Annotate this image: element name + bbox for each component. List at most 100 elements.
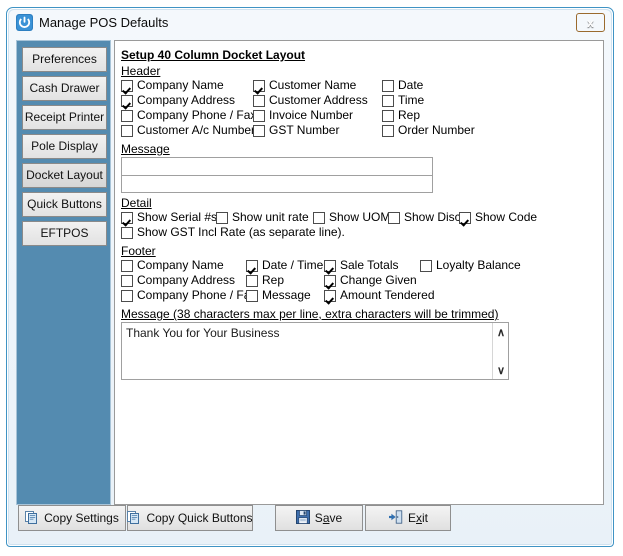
checkbox-rep-footer[interactable]: Rep [246,274,284,287]
power-icon [16,14,33,31]
copy-quick-buttons-label: Copy Quick Buttons [146,511,253,525]
header-row-4: Customer A/c Number GST Number Order Num… [121,124,597,139]
checkbox-label: Show GST Incl Rate (as separate line). [137,225,345,239]
checkbox-show-uom[interactable]: Show UOM [313,211,390,224]
checkbox-show-code[interactable]: Show Code [459,211,537,224]
checkbox-label: Change Given [340,273,417,287]
checkbox-box [382,109,394,122]
checkbox-label: Rep [262,273,285,287]
checkbox-company-phone-fax-header[interactable]: Company Phone / Fax [121,109,256,122]
checkbox-amount-tendered-footer[interactable]: Amount Tendered [324,289,435,302]
checkbox-date-header[interactable]: Date [382,79,423,92]
checkbox-order-number-header[interactable]: Order Number [382,124,475,137]
checkbox-customer-ac-number-header[interactable]: Customer A/c Number [121,124,255,137]
sidebar-item-eftpos[interactable]: EFTPOS [22,221,107,246]
header-section-heading: Header [121,64,161,78]
checkbox-label: Company Address [137,93,236,107]
checkbox-box [121,124,133,137]
checkbox-customer-name-header[interactable]: Customer Name [253,79,356,92]
checkbox-company-address-footer[interactable]: Company Address [121,274,235,287]
save-button[interactable]: Save [275,505,363,531]
checkbox-show-unit-rate[interactable]: Show unit rate [216,211,309,224]
window-client-area: Preferences Cash Drawer Receipt Printer … [14,37,606,539]
checkbox-label: Customer Address [269,93,368,107]
header-row-3: Company Phone / Fax Invoice Number Rep [121,109,597,124]
checkbox-box [253,124,265,137]
checkbox-label: Date / Time [262,258,324,272]
checkbox-customer-address-header[interactable]: Customer Address [253,94,368,107]
header-message-line-1-input[interactable] [121,157,433,175]
checkbox-company-address-header[interactable]: Company Address [121,94,235,107]
checkbox-box [382,94,394,107]
exit-door-icon [388,509,403,527]
checkbox-sale-totals-footer[interactable]: Sale Totals [324,259,398,272]
sidebar-item-receipt-printer[interactable]: Receipt Printer [22,105,107,130]
footer-row-3: Company Phone / Fax Message Amount Tende… [121,289,597,304]
checkbox-company-phone-fax-footer[interactable]: Company Phone / Fax [121,289,256,302]
window-title: Manage POS Defaults [39,15,169,30]
checkbox-box [324,274,336,287]
checkbox-label: Sale Totals [340,258,399,272]
close-button[interactable]: x [576,13,605,32]
header-row-2: Company Address Customer Address Time [121,94,597,109]
checkbox-gst-number-header[interactable]: GST Number [253,124,339,137]
header-row-1: Company Name Customer Name Date [121,79,597,94]
window-inner: Manage POS Defaults x Preferences Cash D… [8,9,612,545]
checkbox-box [121,259,133,272]
footer-row-1: Company Name Date / Time Sale Totals Loy… [121,259,597,274]
scroll-up-icon[interactable]: ∧ [493,325,509,339]
checkbox-label: Company Name [137,258,224,272]
footer-message-textarea-wrapper: Thank You for Your Business ∧ ∨ [121,322,509,380]
sidebar-item-quick-buttons[interactable]: Quick Buttons [22,192,107,217]
title-bar: Manage POS Defaults x [9,10,611,37]
detail-row-1: Show Serial #s Show unit rate Show UOM S… [121,211,597,226]
settings-tab-sidebar: Preferences Cash Drawer Receipt Printer … [16,40,111,505]
sidebar-item-pole-display[interactable]: Pole Display [22,134,107,159]
checkbox-box [121,226,133,239]
checkbox-label: Customer A/c Number [137,123,256,137]
checkbox-box [121,94,133,107]
checkbox-change-given-footer[interactable]: Change Given [324,274,417,287]
checkbox-label: Company Phone / Fax [137,108,257,122]
checkbox-rep-header[interactable]: Rep [382,109,420,122]
checkbox-show-disc[interactable]: Show Disc [388,211,461,224]
checkbox-box [246,274,258,287]
copy-icon [25,510,39,527]
checkbox-box [459,211,471,224]
checkbox-time-header[interactable]: Time [382,94,424,107]
footer-message-textarea[interactable]: Thank You for Your Business [122,323,493,379]
copy-quick-buttons-button[interactable]: Copy Quick Buttons [127,505,253,531]
save-label: Save [314,511,343,525]
close-icon: x [587,15,594,30]
checkbox-label: Time [398,93,425,107]
sidebar-item-preferences[interactable]: Preferences [22,47,107,72]
checkbox-box [382,79,394,92]
checkbox-box [121,79,133,92]
checkbox-message-footer[interactable]: Message [246,289,311,302]
sidebar-item-cash-drawer[interactable]: Cash Drawer [22,76,107,101]
checkbox-box [313,211,325,224]
checkbox-box [382,124,394,137]
checkbox-show-gst-incl-rate[interactable]: Show GST Incl Rate (as separate line). [121,226,345,239]
checkbox-label: Company Name [137,78,224,92]
checkbox-date-time-footer[interactable]: Date / Time [246,259,323,272]
checkbox-loyalty-balance-footer[interactable]: Loyalty Balance [420,259,521,272]
checkbox-box [420,259,432,272]
header-message-line-2-input[interactable] [121,175,433,193]
checkbox-company-name-header[interactable]: Company Name [121,79,224,92]
checkbox-invoice-number-header[interactable]: Invoice Number [253,109,353,122]
checkbox-box [246,259,258,272]
checkbox-show-serial-numbers[interactable]: Show Serial #s [121,211,217,224]
copy-settings-button[interactable]: Copy Settings [18,505,126,531]
checkbox-company-name-footer[interactable]: Company Name [121,259,224,272]
footer-section-heading: Footer [121,244,156,258]
footer-row-2: Company Address Rep Change Given [121,274,597,289]
exit-button[interactable]: Exit [365,505,451,531]
checkbox-label: Show UOM [329,210,391,224]
docket-layout-panel: Setup 40 Column Docket Layout Header Com… [114,40,604,505]
footer-message-scrollbar[interactable]: ∧ ∨ [492,323,508,379]
sidebar-item-docket-layout[interactable]: Docket Layout [22,163,107,188]
scroll-down-icon[interactable]: ∨ [493,363,509,377]
checkbox-label: Customer Name [269,78,357,92]
checkbox-box [324,259,336,272]
